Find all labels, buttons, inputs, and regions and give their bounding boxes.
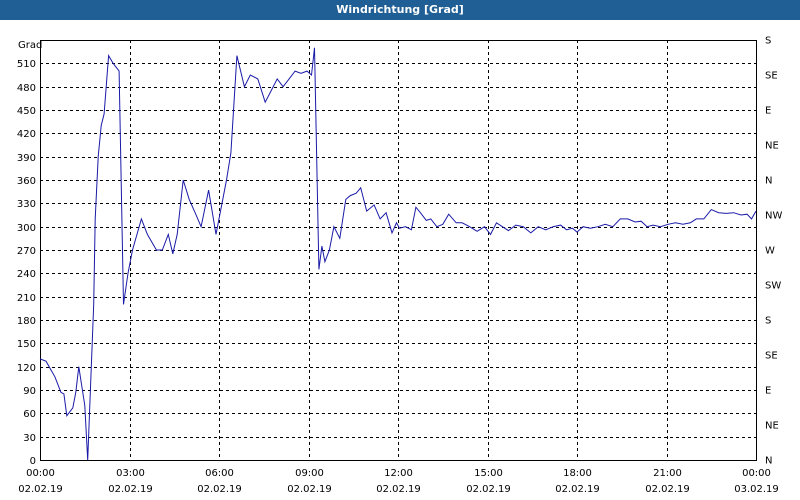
x-tick-date: 02.02.19 [108, 484, 153, 495]
y-axis-left: 0 30 60 90 120 150 180 210 240 270 300 330 360 390 420… [17, 59, 36, 467]
x-tick-date: 02.02.19 [18, 484, 63, 495]
y-tick-label: 420 [17, 129, 36, 140]
x-tick-time: 00:00 [26, 468, 55, 479]
right-axis-label: NE [765, 421, 779, 432]
y-tick-label: 450 [17, 106, 36, 117]
y-tick-label: 150 [17, 339, 36, 350]
x-tick-date: 02.02.19 [287, 484, 332, 495]
right-axis-label: SW [765, 281, 781, 292]
y-tick-label: 480 [17, 83, 36, 94]
y-axis-right: N NE E SE S SW W NW N NE E SE S [765, 36, 782, 467]
right-axis-label: S [765, 36, 771, 47]
y-tick-label: 270 [17, 246, 36, 257]
x-tick-time: 09:00 [295, 468, 324, 479]
series-line [39, 47, 757, 461]
right-axis-label: N [765, 176, 772, 187]
y-tick-label: 240 [17, 269, 36, 280]
right-axis-label: E [765, 386, 771, 397]
y-tick-label: 60 [23, 409, 36, 420]
y-tick-label: 330 [17, 199, 36, 210]
x-tick-time: 21:00 [653, 468, 682, 479]
grid [40, 40, 756, 460]
x-tick-date: 02.02.19 [555, 484, 600, 495]
y-tick-label: 300 [17, 223, 36, 234]
series-group [39, 47, 757, 461]
y-tick-label: 210 [17, 293, 36, 304]
wind-direction-chart: 0 30 60 90 120 150 180 210 240 270 300 330 360 390 420… [17, 36, 783, 496]
x-tick-date: 03.02.19 [734, 484, 779, 495]
right-axis-label: S [765, 316, 771, 327]
y-tick-label: 390 [17, 153, 36, 164]
x-tick-time: 12:00 [384, 468, 413, 479]
y-tick-label: 30 [23, 433, 36, 444]
y-tick-label: 510 [17, 59, 36, 70]
right-axis-label: NE [765, 141, 779, 152]
right-axis-label: NW [765, 211, 782, 222]
right-axis-label: W [765, 246, 775, 257]
right-axis-label: SE [765, 351, 778, 362]
y-tick-label: 120 [17, 363, 36, 374]
y-tick-label: 90 [23, 386, 36, 397]
x-tick-time: 06:00 [205, 468, 234, 479]
y-tick-label: 0 [30, 456, 36, 467]
x-tick-time: 03:00 [116, 468, 145, 479]
chart-title: Windrichtung [Grad] [0, 0, 800, 20]
y-tick-label: 360 [17, 176, 36, 187]
x-tick-time: 15:00 [474, 468, 503, 479]
right-axis-label: E [765, 106, 771, 117]
x-tick-date: 02.02.19 [466, 484, 511, 495]
x-axis: 00:00 02.02.19 03:00 02.02.19 06:00 02.02.19 0… [18, 468, 779, 495]
y-tick-label: 180 [17, 316, 36, 327]
x-tick-time: 18:00 [563, 468, 592, 479]
y-axis-label: Grad [18, 40, 42, 51]
x-tick-date: 02.02.19 [376, 484, 421, 495]
right-axis-label: N [765, 456, 772, 467]
x-tick-date: 02.02.19 [197, 484, 242, 495]
x-tick-time: 00:00 [742, 468, 771, 479]
right-axis-label: SE [765, 71, 778, 82]
x-tick-date: 02.02.19 [645, 484, 690, 495]
